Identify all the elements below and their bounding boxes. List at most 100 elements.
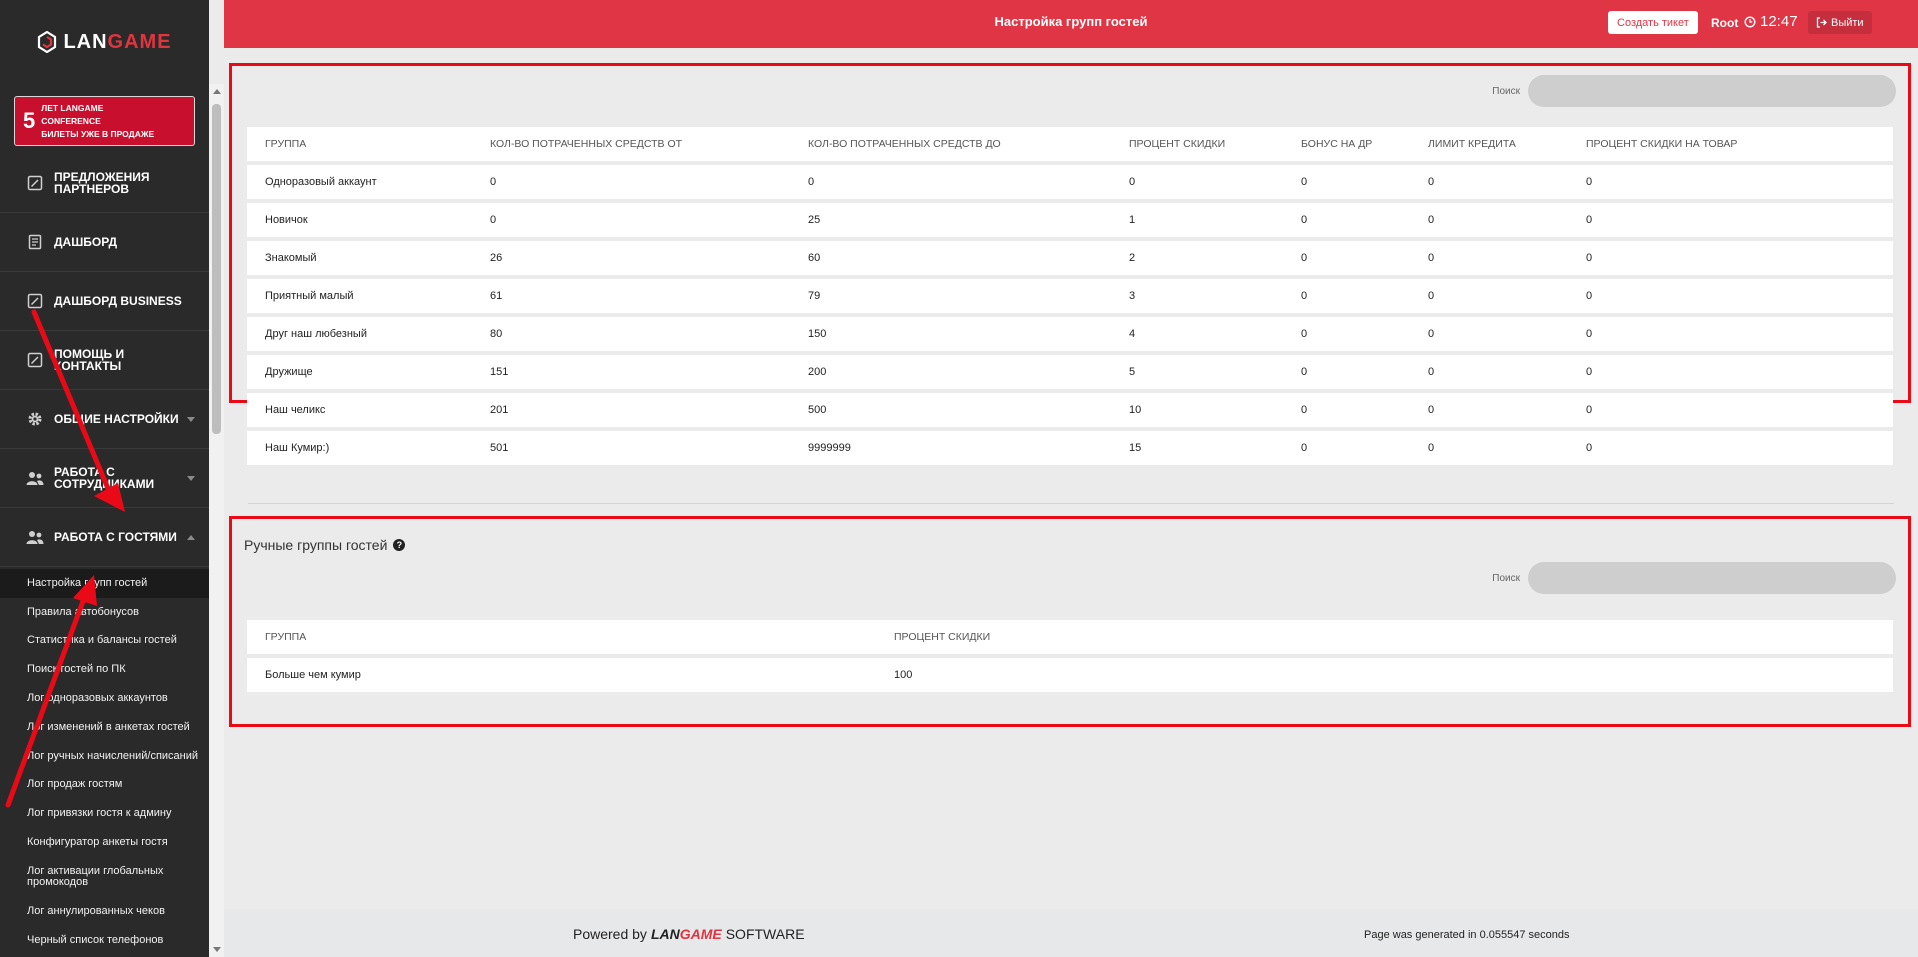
table-cell: 2: [1129, 252, 1136, 264]
table-cell: Одноразовый аккаунт: [265, 176, 377, 188]
table-cell: 0: [1586, 442, 1593, 454]
column-header-group[interactable]: Группа: [247, 620, 876, 654]
submenu-item-guest-search-pc[interactable]: Поиск гостей по ПК: [0, 655, 209, 684]
scrollbar-thumb[interactable]: [212, 104, 221, 434]
table-row[interactable]: Одноразовый аккаунт 0 0 0 0 0 0: [247, 165, 1893, 199]
submenu-item-promocode-log[interactable]: Лог активации глобальных промокодов: [0, 857, 209, 897]
sidebar-item-dashboard[interactable]: Дашборд: [0, 213, 209, 272]
submenu-item-guest-groups[interactable]: Настройка групп гостей: [0, 569, 209, 598]
table-cell: 0: [1301, 214, 1308, 226]
table-cell: 0: [1428, 366, 1435, 378]
langame-logo-icon: [38, 31, 57, 53]
table-cell: 0: [1586, 290, 1593, 302]
table-cell: 501: [490, 442, 509, 454]
main-content: Поиск Группа Кол-во потраченных средств …: [224, 48, 1918, 957]
table-cell: 0: [1428, 328, 1435, 340]
table-cell: Наш челикс: [265, 404, 326, 416]
table-cell: 15: [1129, 442, 1142, 454]
sidebar-item-dashboard-business[interactable]: Дашборд BUSINESS: [0, 272, 209, 331]
sidebar-item-guests[interactable]: Работа с гостями: [0, 508, 209, 567]
column-header-discount[interactable]: Процент скидки: [1111, 127, 1283, 161]
submenu-item-admin-binding-log[interactable]: Лог привязки гостя к админу: [0, 799, 209, 828]
table-row[interactable]: Наш челикс 201 500 10 0 0 0: [247, 393, 1893, 427]
table-cell: 0: [1301, 252, 1308, 264]
edit-icon: [26, 292, 44, 310]
column-header-group[interactable]: Группа: [247, 127, 472, 161]
edit-icon: [26, 174, 44, 192]
scroll-down-arrow-icon[interactable]: [213, 947, 221, 952]
sidebar-item-label: Дашборд BUSINESS: [54, 294, 182, 308]
clock-icon: [1744, 15, 1756, 28]
column-header-product-discount[interactable]: Процент скидки на товар: [1568, 127, 1893, 161]
manual-groups-panel: Ручные группы гостей ? Поиск Группа Проц…: [229, 516, 1911, 727]
table-header-row: Группа Процент скидки: [247, 620, 1893, 654]
table-cell: 151: [490, 366, 509, 378]
table-cell: 0: [1586, 404, 1593, 416]
submenu-item-guest-stats[interactable]: Статистика и балансы гостей: [0, 627, 209, 656]
column-header-spent-from[interactable]: Кол-во потраченных средств от: [472, 127, 790, 161]
column-header-spent-to[interactable]: Кол-во потраченных средств до: [790, 127, 1111, 161]
submenu-item-profile-changes-log[interactable]: Лог изменений в анкетах гостей: [0, 713, 209, 742]
create-ticket-button[interactable]: Создать тикет: [1608, 11, 1698, 34]
submenu-item-manual-charges-log[interactable]: Лог ручных начислений/списаний: [0, 742, 209, 771]
table-cell: Больше чем кумир: [265, 669, 361, 681]
footer: Powered by LANGAME SOFTWARE Page was gen…: [224, 909, 1918, 957]
sidebar-item-label: Дашборд: [54, 235, 118, 249]
footer-brand: LANGAME: [650, 926, 722, 942]
table-row[interactable]: Дружище 151 200 5 0 0 0: [247, 355, 1893, 389]
auto-groups-body: Одноразовый аккаунт 0 0 0 0 0 0 Новичок 0 25 1 0 0 0 З…: [247, 165, 1893, 465]
table-cell: 200: [808, 366, 827, 378]
table-cell: 0: [490, 176, 497, 188]
column-header-credit-limit[interactable]: Лимит кредита: [1410, 127, 1568, 161]
column-header-birthday-bonus[interactable]: Бонус на ДР: [1283, 127, 1410, 161]
table-cell: 500: [808, 404, 827, 416]
table-row[interactable]: Друг наш любезный 80 150 4 0 0 0: [247, 317, 1893, 351]
logout-button[interactable]: Выйти: [1808, 11, 1872, 34]
table-cell: Новичок: [265, 214, 308, 226]
clock-time: 12:47: [1760, 13, 1798, 30]
chevron-down-icon: [187, 417, 195, 422]
auto-groups-search-input[interactable]: [1528, 75, 1896, 107]
scroll-up-arrow-icon[interactable]: [213, 89, 221, 94]
help-icon[interactable]: ?: [393, 539, 406, 551]
submenu-item-sales-log[interactable]: Лог продаж гостям: [0, 771, 209, 800]
submenu-item-onetime-log[interactable]: Лог одноразовых аккаунтов: [0, 684, 209, 713]
submenu-item-phone-blacklist[interactable]: Черный список телефонов: [0, 926, 209, 955]
table-cell: 0: [1301, 366, 1308, 378]
table-cell: 0: [1301, 328, 1308, 340]
sidebar-scrollbar[interactable]: [209, 84, 224, 957]
sidebar-item-staff[interactable]: Работа с сотрудниками: [0, 449, 209, 508]
table-cell: 0: [808, 176, 815, 188]
footer-generation-time: Page was generated in 0.055547 seconds: [1364, 929, 1570, 941]
table-cell: Друг наш любезный: [265, 328, 367, 340]
section-divider: [248, 503, 1894, 504]
table-row[interactable]: Приятный малый 61 79 3 0 0 0: [247, 279, 1893, 313]
table-row[interactable]: Новичок 0 25 1 0 0 0: [247, 203, 1893, 237]
table-cell: 0: [1586, 176, 1593, 188]
table-cell: 26: [490, 252, 503, 264]
guests-submenu: Настройка групп гостей Правила автобонус…: [0, 567, 209, 955]
conference-promo-banner[interactable]: 5 лет LANGAME conference билеты уже в прод…: [14, 96, 195, 146]
chevron-down-icon: [187, 476, 195, 481]
table-cell: 5: [1129, 366, 1136, 378]
table-row[interactable]: Наш Кумир:) 501 9999999 15 0 0 0: [247, 431, 1893, 465]
table-cell: 4: [1129, 328, 1136, 340]
sidebar-item-label: Работа с сотрудниками: [54, 465, 155, 491]
sidebar: LANGAME 5 лет LANGAME conference билеты уж…: [0, 0, 209, 957]
table-row[interactable]: Больше чем кумир 100: [247, 658, 1893, 692]
user-name[interactable]: Root: [1711, 16, 1738, 30]
table-row[interactable]: Знакомый 26 60 2 0 0 0: [247, 241, 1893, 275]
sidebar-item-help[interactable]: Помощь и контакты: [0, 331, 209, 390]
table-cell: 60: [808, 252, 821, 264]
table-cell: 0: [1428, 176, 1435, 188]
submenu-item-autobonus-rules[interactable]: Правила автобонусов: [0, 598, 209, 627]
submenu-item-profile-configurator[interactable]: Конфигуратор анкеты гостя: [0, 828, 209, 857]
column-header-discount[interactable]: Процент скидки: [876, 620, 1893, 654]
manual-groups-search-input[interactable]: [1528, 562, 1896, 594]
top-bar: Настройка групп гостей Создать тикет Roo…: [224, 0, 1918, 48]
sidebar-item-partners[interactable]: Предложения партнеров: [0, 154, 209, 213]
logo[interactable]: LANGAME: [0, 0, 209, 84]
submenu-item-cancelled-checks-log[interactable]: Лог аннулированных чеков: [0, 897, 209, 926]
footer-software-text: SOFTWARE: [725, 926, 805, 942]
sidebar-item-general-settings[interactable]: Общие настройки: [0, 390, 209, 449]
